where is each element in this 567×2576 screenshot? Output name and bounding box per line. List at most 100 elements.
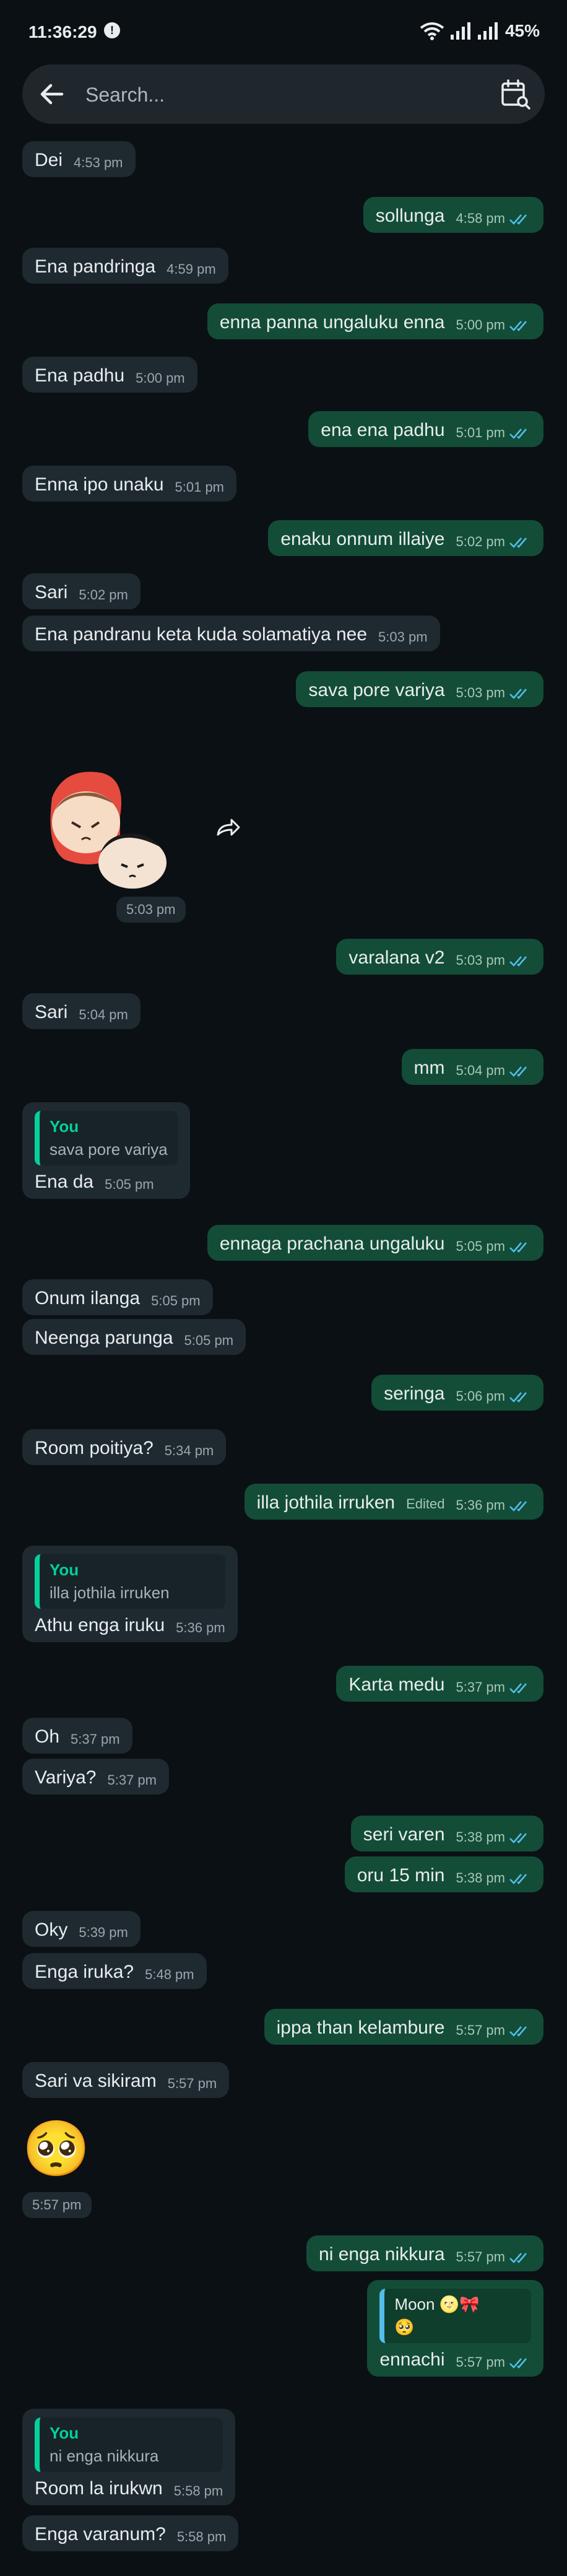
message-time: 5:38 pm: [456, 1870, 532, 1886]
message-text: Ena pandringa: [35, 256, 156, 277]
outgoing-message[interactable]: seringa 5:06 pm: [371, 1375, 543, 1411]
read-receipt-icon: [509, 1501, 527, 1512]
message-time-text: 5:02 pm: [79, 587, 128, 603]
search-input[interactable]: [84, 78, 433, 111]
message-time-text: 5:01 pm: [456, 425, 506, 440]
message-text: oru 15 min: [357, 1865, 445, 1886]
incoming-message[interactable]: Ena pandranu keta kuda solamatiya nee 5:0…: [22, 616, 440, 651]
message-time: 5:02 pm: [456, 534, 532, 550]
incoming-message[interactable]: Neenga parunga 5:05 pm: [22, 1319, 246, 1355]
incoming-message[interactable]: Ena pandringa 4:59 pm: [22, 248, 228, 284]
incoming-message[interactable]: Sari va sikiram 5:57 pm: [22, 2062, 230, 2098]
outgoing-message[interactable]: Moon 🌝🎀 🥺 ennachi 5:57 pm: [367, 2280, 543, 2377]
incoming-message[interactable]: Enga iruka? 5:48 pm: [22, 1953, 207, 1989]
incoming-message[interactable]: Ena padhu 5:00 pm: [22, 357, 197, 393]
quoted-reply[interactable]: You sava pore variya: [35, 1111, 178, 1165]
quoted-text: ni enga nikkura: [50, 2447, 159, 2465]
emoji-pleading: 🥺: [22, 2118, 90, 2179]
message-text: Karta medu: [348, 1674, 445, 1695]
message-time: 5:57 pm: [456, 2022, 532, 2039]
incoming-message[interactable]: Oky 5:39 pm: [22, 1911, 141, 1947]
outgoing-message[interactable]: enna panna ungaluku enna 5:00 pm: [207, 303, 543, 339]
message-time: 5:37 pm: [71, 1731, 120, 1747]
read-receipt-icon: [509, 321, 527, 332]
quoted-text: sava pore variya: [50, 1140, 168, 1159]
back-arrow-icon[interactable]: [37, 79, 67, 109]
message-text: Oky: [35, 1920, 68, 1940]
message-time: 5:05 pm: [456, 1238, 532, 1255]
message-time: 4:59 pm: [167, 261, 216, 277]
message-time-text: 5:04 pm: [456, 1063, 506, 1078]
incoming-message[interactable]: Enna ipo unaku 5:01 pm: [22, 466, 237, 502]
chat-area[interactable]: Dei 4:53 pm sollunga 4:58 pm Ena pandringa 4:…: [0, 141, 567, 2576]
message-time: 5:04 pm: [79, 1007, 128, 1023]
quoted-reply[interactable]: You ni enga nikkura: [35, 2417, 223, 2472]
incoming-message[interactable]: You sava pore variya Ena da 5:05 pm: [22, 1102, 190, 1199]
message-time-text: 5:37 pm: [71, 1731, 120, 1747]
message-text: Ena padhu: [35, 365, 125, 386]
signal-icon: [450, 22, 470, 40]
read-receipt-icon: [509, 1066, 527, 1077]
outgoing-message[interactable]: varalana v2 5:03 pm: [336, 939, 543, 975]
incoming-message[interactable]: Dei 4:53 pm: [22, 141, 136, 177]
message-time-text: 5:05 pm: [105, 1177, 154, 1192]
message-time-text: 5:05 pm: [151, 1293, 201, 1308]
incoming-message[interactable]: You illa jothila irruken Athu enga iruku 5:…: [22, 1546, 238, 1642]
message-text: Enga varanum?: [35, 2524, 166, 2544]
message-time-text: 5:57 pm: [167, 2076, 217, 2091]
message-text: Onum ilanga: [35, 1288, 141, 1308]
incoming-message[interactable]: Sari 5:04 pm: [22, 993, 141, 1029]
message-time-text: 5:57 pm: [456, 2022, 506, 2038]
incoming-message[interactable]: You ni enga nikkura Room la irukwn 5:58 pm: [22, 2409, 236, 2505]
incoming-message[interactable]: Room poitiya? 5:34 pm: [22, 1429, 227, 1465]
message-text: Sari va sikiram: [35, 2071, 157, 2091]
message-time-text: 5:00 pm: [136, 370, 185, 386]
forward-icon[interactable]: [209, 810, 244, 845]
incoming-message[interactable]: Sari 5:02 pm: [22, 573, 141, 609]
quoted-reply[interactable]: Moon 🌝🎀 🥺: [379, 2289, 531, 2343]
message-text: ippa than kelambure: [276, 2017, 445, 2038]
outgoing-message[interactable]: ennaga prachana ungaluku 5:05 pm: [207, 1225, 543, 1261]
incoming-message[interactable]: Enga varanum? 5:58 pm: [22, 2515, 239, 2551]
message-text: Enga iruka?: [35, 1962, 134, 1982]
message-time: 5:57 pm: [456, 2249, 532, 2265]
outgoing-message[interactable]: ena ena padhu 5:01 pm: [308, 411, 543, 447]
message-time: 5:58 pm: [174, 2483, 223, 2499]
outgoing-message[interactable]: ippa than kelambure 5:57 pm: [264, 2009, 543, 2045]
message-time-text: 5:03 pm: [456, 685, 506, 700]
message-text: enna panna ungaluku enna: [219, 312, 445, 333]
search-bar[interactable]: [22, 64, 545, 124]
outgoing-message[interactable]: seri varen 5:38 pm: [350, 1816, 543, 1852]
message-text: Dei: [35, 150, 63, 170]
outgoing-message[interactable]: illa jothila irruken Edited 5:36 pm: [244, 1484, 543, 1520]
outgoing-message[interactable]: oru 15 min 5:38 pm: [344, 1856, 543, 1892]
outgoing-message[interactable]: sava pore variya 5:03 pm: [296, 671, 543, 707]
message-text: Sari: [35, 1002, 68, 1022]
message-time: 5:36 pm: [176, 1620, 225, 1636]
message-time-text: 5:36 pm: [176, 1620, 225, 1635]
message-time: 5:03 pm: [456, 685, 532, 701]
calendar-search-icon[interactable]: [499, 78, 531, 110]
message-text: Ena da: [35, 1172, 94, 1192]
message-text: ena ena padhu: [321, 420, 445, 440]
message-time: 5:05 pm: [184, 1333, 234, 1349]
incoming-message[interactable]: Variya? 5:37 pm: [22, 1759, 169, 1795]
incoming-message[interactable]: Onum ilanga 5:05 pm: [22, 1279, 213, 1315]
quoted-reply[interactable]: You illa jothila irruken: [35, 1554, 225, 1609]
outgoing-message[interactable]: sollunga 4:58 pm: [363, 197, 543, 233]
message-time-text: 5:57 pm: [456, 2354, 506, 2370]
read-receipt-icon: [509, 1392, 527, 1403]
message-text: mm: [413, 1058, 445, 1078]
outgoing-message[interactable]: Karta medu 5:37 pm: [336, 1666, 543, 1702]
outgoing-message[interactable]: mm 5:04 pm: [401, 1049, 543, 1085]
message-text: Room poitiya?: [35, 1438, 154, 1458]
incoming-message[interactable]: Oh 5:37 pm: [22, 1718, 132, 1754]
status-bar: 11:36:29 ! 45%: [0, 0, 567, 62]
message-time: 5:03 pm: [116, 897, 186, 923]
read-receipt-icon: [509, 956, 527, 967]
read-receipt-icon: [509, 2358, 527, 2369]
message-time: 5:38 pm: [456, 1829, 532, 1845]
message-time-text: 5:38 pm: [456, 1870, 506, 1886]
outgoing-message[interactable]: ni enga nikkura 5:57 pm: [306, 2235, 543, 2271]
outgoing-message[interactable]: enaku onnum illaiye 5:02 pm: [268, 520, 543, 556]
